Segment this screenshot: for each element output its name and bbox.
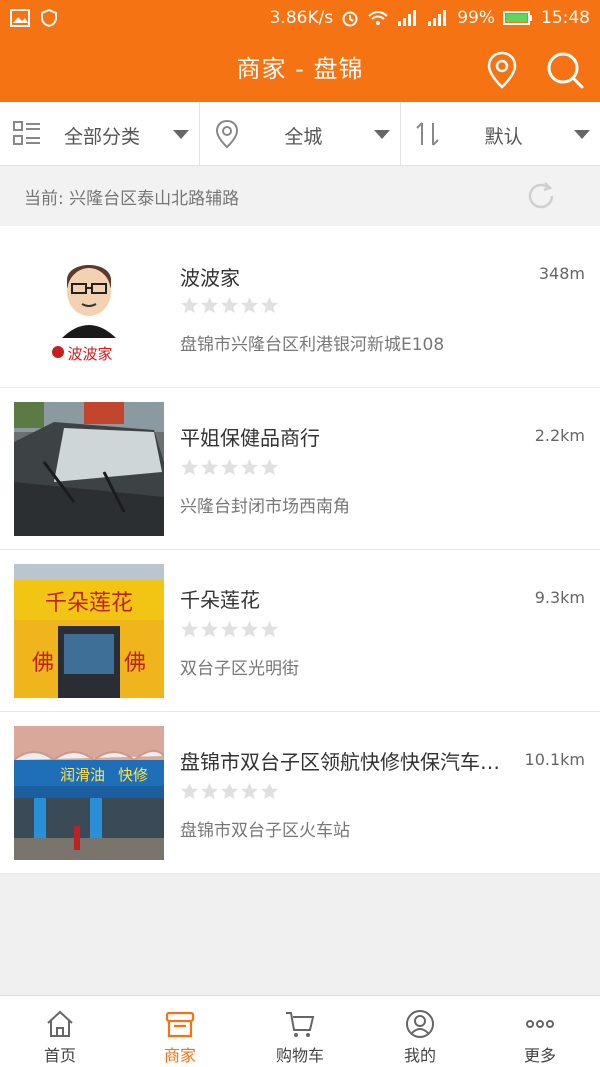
star-icon [180, 620, 199, 638]
area-filter[interactable]: 全城 [199, 102, 399, 165]
tab-merchants[interactable]: 商家 [120, 996, 240, 1067]
merchant-photo: 润滑油 快修 [14, 726, 164, 860]
tab-merchants-label: 商家 [163, 1046, 196, 1065]
tab-profile[interactable]: 我的 [360, 996, 480, 1067]
star-icon [260, 782, 279, 800]
merchant-address: 盘锦市双台子区火车站 [180, 821, 350, 841]
star-icon [180, 458, 199, 476]
chevron-down-icon [573, 130, 590, 139]
battery-icon [503, 11, 532, 25]
search-icon[interactable] [545, 50, 585, 90]
filter-bar: 全部分类 全城 默认 [0, 102, 600, 166]
category-filter[interactable]: 全部分类 [0, 102, 199, 165]
chevron-down-icon [373, 130, 390, 139]
shop-sign-text: 润滑油 [60, 766, 105, 784]
merchant-distance: 2.2km [534, 426, 585, 445]
current-location-bar: 当前: 兴隆台区泰山北路辅路 [0, 167, 600, 225]
sort-filter[interactable]: 默认 [399, 102, 600, 165]
star-icon [240, 458, 259, 476]
merchant-list: 波波家 波波家 348m 盘锦市兴隆台区利港银河新城E108 平姐保健品商行 2… [0, 226, 600, 874]
merchant-item[interactable]: 波波家 波波家 348m 盘锦市兴隆台区利港银河新城E108 [0, 226, 600, 388]
status-bar: 3.86K/s 99% 15:48 [0, 0, 600, 36]
tab-profile-label: 我的 [403, 1046, 436, 1065]
merchant-photo [14, 402, 164, 536]
logo-text: 波波家 [67, 345, 112, 363]
network-speed: 3.86K/s [269, 8, 334, 28]
battery-percent: 99% [457, 8, 495, 28]
tab-cart-label: 购物车 [275, 1046, 324, 1065]
tab-more-label: 更多 [523, 1046, 556, 1065]
refresh-icon[interactable] [524, 179, 558, 213]
star-icon [220, 620, 239, 638]
merchant-distance: 9.3km [534, 588, 585, 607]
tab-cart[interactable]: 购物车 [240, 996, 360, 1067]
grid-list-icon [13, 121, 40, 145]
svg-text:佛: 佛 [124, 651, 146, 676]
merchant-name: 千朵莲花 [180, 588, 260, 612]
merchant-name: 平姐保健品商行 [180, 426, 320, 450]
merchant-distance: 348m [538, 264, 585, 283]
location-pin-icon[interactable] [484, 50, 520, 90]
merchant-address: 盘锦市兴隆台区利港银河新城E108 [180, 335, 445, 355]
clock: 15:48 [541, 8, 590, 28]
star-icon [180, 296, 199, 314]
sort-icon [415, 122, 439, 146]
star-icon [220, 782, 239, 800]
shield-notification-icon [41, 9, 57, 27]
user-icon [406, 1010, 434, 1038]
category-filter-label: 全部分类 [64, 126, 141, 148]
star-icon [260, 620, 279, 638]
merchant-distance: 10.1km [524, 750, 585, 769]
merchant-photo: 千朵莲花 佛 佛 [14, 564, 164, 698]
tab-home-label: 首页 [43, 1046, 76, 1065]
star-icon [200, 458, 219, 476]
star-rating [180, 296, 279, 315]
merchant-item[interactable]: 千朵莲花 佛 佛 千朵莲花 9.3km 双台子区光明街 [0, 550, 600, 712]
star-icon [240, 782, 259, 800]
star-icon [200, 782, 219, 800]
star-rating [180, 458, 279, 477]
star-icon [240, 620, 259, 638]
sort-filter-label: 默认 [484, 126, 523, 148]
merchant-address: 双台子区光明街 [180, 659, 299, 679]
store-icon [165, 1011, 195, 1038]
svg-text:佛: 佛 [32, 651, 54, 676]
star-icon [220, 458, 239, 476]
bottom-tab-bar: 首页 商家 购物车 我的 更多 [0, 995, 600, 1067]
merchant-name: 盘锦市双台子区领航快修快保汽车… [180, 750, 500, 774]
image-notification-icon [10, 9, 30, 27]
tab-home[interactable]: 首页 [0, 996, 120, 1067]
cart-icon [286, 1012, 315, 1037]
star-icon [220, 296, 239, 314]
star-icon [240, 296, 259, 314]
star-icon [180, 782, 199, 800]
home-icon [47, 1010, 73, 1037]
star-icon [200, 296, 219, 314]
signal-icon-2 [428, 10, 447, 26]
star-rating [180, 782, 279, 801]
tab-more[interactable]: 更多 [480, 996, 600, 1067]
area-filter-label: 全城 [284, 126, 323, 148]
more-icon [526, 1020, 554, 1028]
chevron-down-icon [173, 130, 190, 139]
merchant-item[interactable]: 平姐保健品商行 2.2km 兴隆台封闭市场西南角 [0, 388, 600, 550]
merchant-address: 兴隆台封闭市场西南角 [180, 497, 350, 517]
star-rating [180, 620, 279, 639]
shop-sign-text: 千朵莲花 [45, 591, 133, 616]
star-icon [260, 458, 279, 476]
alarm-icon [342, 11, 358, 27]
merchant-name: 波波家 [180, 266, 240, 290]
star-icon [200, 620, 219, 638]
app-bar: 商家 - 盘锦 [0, 36, 600, 102]
location-pin-icon [216, 119, 239, 149]
merchant-item[interactable]: 润滑油 快修 盘锦市双台子区领航快修快保汽车… 10.1km 盘锦市双台子区火车… [0, 712, 600, 874]
wifi-icon [368, 11, 388, 25]
merchant-logo: 波波家 [14, 240, 164, 374]
svg-text:快修: 快修 [118, 766, 148, 784]
star-icon [260, 296, 279, 314]
signal-icon [398, 10, 417, 26]
current-location-text: 当前: 兴隆台区泰山北路辅路 [24, 188, 240, 209]
